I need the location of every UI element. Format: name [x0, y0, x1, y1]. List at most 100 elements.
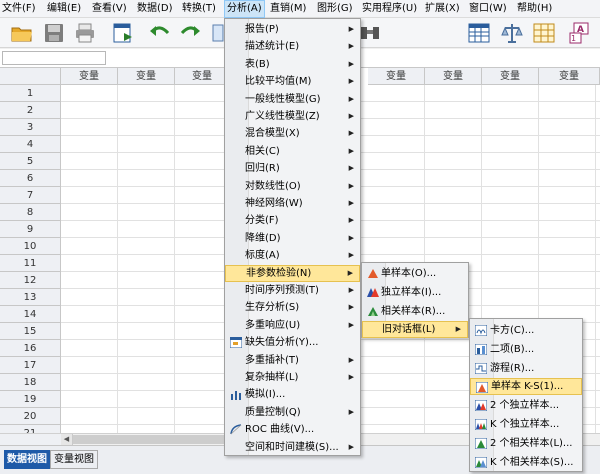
menu-item-one-sample[interactable]: 单样本(O)...	[362, 265, 468, 282]
row-header[interactable]: 3	[0, 119, 61, 136]
menu-direct-marketing[interactable]: 直销(M)	[270, 0, 306, 18]
row-header[interactable]: 8	[0, 204, 61, 221]
row-header[interactable]: 11	[0, 255, 61, 272]
menu-view[interactable]: 查看(V)	[92, 0, 127, 18]
analyze-menu-item[interactable]: 非参数检验(N) ▶	[225, 264, 360, 282]
menu-transform[interactable]: 转换(T)	[182, 0, 216, 18]
submenu-arrow-icon: ▶	[347, 268, 353, 277]
cell-name-box[interactable]	[2, 51, 106, 65]
row-header[interactable]: 10	[0, 238, 61, 255]
value-labels-icon[interactable]	[532, 21, 556, 45]
legacy-menu-item[interactable]: 2 个相关样本(L)...	[470, 435, 582, 452]
column-header[interactable]: 变量	[425, 68, 482, 85]
column-header[interactable]: 变量	[539, 68, 600, 85]
save-icon[interactable]	[42, 21, 66, 45]
menu-item-related-samples[interactable]: 相关样本(R)...	[362, 303, 468, 320]
menu-window[interactable]: 窗口(W)	[469, 0, 507, 18]
analyze-menu-item[interactable]: 报告(P) ▶	[225, 21, 360, 38]
print-icon[interactable]	[73, 21, 97, 45]
analyze-menu-item[interactable]: 缺失值分析(Y)...	[225, 334, 360, 351]
analyze-menu-item[interactable]: 生存分析(S) ▶	[225, 299, 360, 316]
row-header[interactable]: 16	[0, 340, 61, 357]
analyze-menu-item[interactable]: 相关(C) ▶	[225, 143, 360, 160]
legacy-menu-item[interactable]: K 个相关样本(S)...	[470, 454, 582, 471]
row-header[interactable]: 1	[0, 85, 61, 102]
legacy-menu-item[interactable]: 二项(B)...	[470, 341, 582, 358]
row-header[interactable]: 5	[0, 153, 61, 170]
missing-value-icon	[229, 336, 243, 349]
row-header[interactable]: 17	[0, 357, 61, 374]
analyze-menu-item[interactable]: 广义线性模型(Z) ▶	[225, 108, 360, 125]
row-header[interactable]: 18	[0, 374, 61, 391]
analyze-menu-item[interactable]: 标度(A) ▶	[225, 247, 360, 264]
analyze-menu-item[interactable]: 降维(D) ▶	[225, 230, 360, 247]
tab-data-view[interactable]: 数据视图	[4, 450, 50, 469]
tab-variable-view[interactable]: 变量视图	[50, 450, 98, 469]
row-header[interactable]: 13	[0, 289, 61, 306]
svg-text:1: 1	[571, 34, 576, 43]
analyze-menu-item[interactable]: 复杂抽样(L) ▶	[225, 369, 360, 386]
menu-item-independent-samples[interactable]: 独立样本(I)...	[362, 284, 468, 301]
analyze-menu-item[interactable]: 模拟(I)...	[225, 386, 360, 403]
analyze-menu-item[interactable]: 空间和时间建模(S)... ▶	[225, 439, 360, 456]
column-header[interactable]: 变量	[61, 68, 118, 85]
analyze-menu-item[interactable]: 质量控制(Q) ▶	[225, 404, 360, 421]
analyze-menu-item[interactable]: 神经网络(W) ▶	[225, 195, 360, 212]
row-header[interactable]: 6	[0, 170, 61, 187]
analyze-menu-item[interactable]: 比较平均值(M) ▶	[225, 73, 360, 90]
chi-square-icon	[474, 324, 488, 337]
menu-item-label: 混合模型(X)	[245, 128, 300, 140]
binoculars-icon[interactable]	[358, 21, 382, 45]
row-header[interactable]: 9	[0, 221, 61, 238]
menu-data[interactable]: 数据(D)	[137, 0, 173, 18]
column-header[interactable]: 变量	[175, 68, 230, 85]
row-header[interactable]: 20	[0, 408, 61, 425]
analyze-menu-item[interactable]: 混合模型(X) ▶	[225, 125, 360, 142]
scroll-left-arrow-icon[interactable]: ◀	[61, 434, 73, 445]
legacy-menu-item[interactable]: 2 个独立样本...	[470, 397, 582, 414]
row-header[interactable]: 4	[0, 136, 61, 153]
analyze-menu-item[interactable]: 分类(F) ▶	[225, 212, 360, 229]
analyze-menu-item[interactable]: 对数线性(O) ▶	[225, 178, 360, 195]
menu-extensions[interactable]: 扩展(X)	[425, 0, 460, 18]
submenu-arrow-icon: ▶	[348, 355, 354, 364]
legacy-menu-item[interactable]: 卡方(C)...	[470, 322, 582, 339]
use-sets-icon[interactable]: A1	[568, 21, 592, 45]
menu-graphs[interactable]: 图形(G)	[317, 0, 353, 18]
analyze-menu-item[interactable]: ROC 曲线(V)...	[225, 421, 360, 438]
menu-help[interactable]: 帮助(H)	[517, 0, 552, 18]
undo-icon[interactable]	[148, 21, 172, 45]
grid-icon[interactable]	[467, 21, 491, 45]
menu-item-label: 单样本(O)...	[381, 268, 437, 279]
row-header[interactable]: 14	[0, 306, 61, 323]
analyze-menu-item[interactable]: 时间序列预测(T) ▶	[225, 282, 360, 299]
legacy-menu-item[interactable]: K 个独立样本...	[470, 416, 582, 433]
menu-analyze[interactable]: 分析(A)	[224, 0, 265, 18]
legacy-menu-item[interactable]: 单样本 K-S(1)...	[470, 378, 582, 396]
menu-utilities[interactable]: 实用程序(U)	[362, 0, 417, 18]
row-header[interactable]: 21	[0, 425, 61, 433]
menu-item-legacy-dialogs[interactable]: 旧对话框(L) ▶	[362, 321, 468, 338]
analyze-menu-item[interactable]: 回归(R) ▶	[225, 160, 360, 177]
row-header[interactable]: 7	[0, 187, 61, 204]
legacy-menu-item[interactable]: 游程(R)...	[470, 360, 582, 377]
row-header[interactable]: 19	[0, 391, 61, 408]
column-header[interactable]: 变量	[118, 68, 175, 85]
open-folder-icon[interactable]	[10, 21, 34, 45]
analyze-menu-item[interactable]: 多重响应(U) ▶	[225, 317, 360, 334]
redo-icon[interactable]	[178, 21, 202, 45]
analyze-menu-item[interactable]: 描述统计(E) ▶	[225, 38, 360, 55]
scale-icon[interactable]	[500, 21, 524, 45]
row-header[interactable]: 2	[0, 102, 61, 119]
recall-dialog-icon[interactable]	[111, 21, 135, 45]
row-header[interactable]: 15	[0, 323, 61, 340]
analyze-menu-item[interactable]: 多重插补(T) ▶	[225, 352, 360, 369]
grid-corner[interactable]	[0, 68, 61, 85]
menu-edit[interactable]: 编辑(E)	[47, 0, 81, 18]
analyze-menu-item[interactable]: 表(B) ▶	[225, 56, 360, 73]
column-header[interactable]: 变量	[368, 68, 425, 85]
menu-file[interactable]: 文件(F)	[2, 0, 36, 18]
column-header[interactable]: 变量	[482, 68, 539, 85]
analyze-menu-item[interactable]: 一般线性模型(G) ▶	[225, 91, 360, 108]
row-header[interactable]: 12	[0, 272, 61, 289]
